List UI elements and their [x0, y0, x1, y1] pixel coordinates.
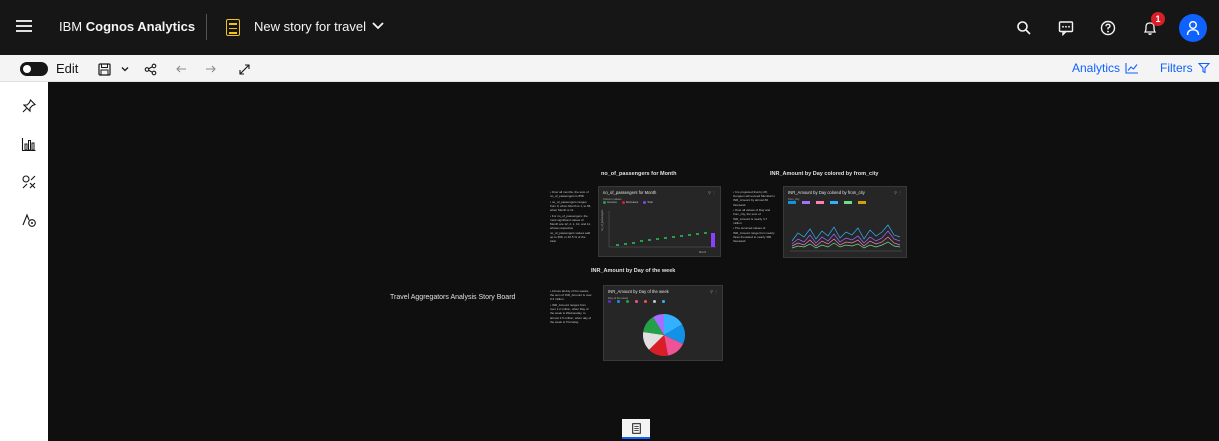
insights-icon — [22, 213, 36, 227]
card-title: no_of_passengers for Month — [603, 190, 657, 195]
card-title: INR_Amount by Day colored by from_city — [788, 190, 865, 195]
save-options-dropdown[interactable] — [116, 60, 134, 78]
redo-icon — [205, 65, 216, 72]
chevron-down-icon — [121, 67, 129, 72]
app-window: IBM Cognos Analytics New story for trave… — [0, 0, 1219, 441]
filter-icon — [1197, 62, 1210, 74]
filters-label: Filters — [1160, 61, 1193, 75]
waterfall-chart[interactable]: no_of_passengers Month — [599, 207, 721, 257]
chat-icon — [1058, 21, 1074, 36]
shapes-icon — [22, 175, 36, 189]
share-icon — [144, 63, 156, 75]
insight-text: • Over all values of Day and from_city, … — [733, 208, 771, 225]
fullscreen-button[interactable] — [235, 60, 253, 78]
line-chart-icon — [1125, 63, 1139, 74]
y-axis-label: no_of_passengers — [600, 209, 604, 231]
save-button[interactable] — [95, 60, 113, 78]
section-title-amount-by-day: INR_Amount by Day colored by from_city — [770, 171, 879, 177]
card-title: INR_Amount by Day of the week — [608, 289, 669, 294]
line-chart-from-city[interactable] — [784, 211, 907, 258]
notifications-button[interactable]: 1 — [1137, 12, 1165, 41]
search-button[interactable] — [1011, 15, 1037, 41]
header-actions: 1 — [1011, 12, 1207, 42]
x-axis-label: Month — [699, 250, 707, 254]
search-icon — [1017, 21, 1031, 35]
card-tools-icon[interactable]: ⚲ ⋮ — [710, 289, 718, 294]
help-button[interactable] — [1095, 15, 1121, 41]
insights-button[interactable] — [19, 210, 39, 230]
chevron-down-icon[interactable] — [371, 19, 385, 33]
insight-list-amount-by-day: • It is projected that by 28, Gurgaon wi… — [733, 190, 777, 245]
section-title-passengers: no_of_passengers for Month — [601, 171, 677, 177]
save-icon — [97, 62, 111, 76]
chart-legend: Incomes Decreases Total — [603, 201, 653, 204]
insight-text: • The summed values of INR_Amount range … — [733, 226, 775, 244]
brand-prefix: IBM — [59, 19, 86, 34]
notification-badge: 1 — [1151, 12, 1165, 26]
product-brand[interactable]: IBM Cognos Analytics — [59, 19, 195, 34]
insight-text: • Over all months, the sum of no_of_pass… — [550, 190, 589, 199]
brand-product: Cognos Analytics — [85, 19, 196, 34]
edit-mode-toggle[interactable] — [20, 62, 48, 76]
header-divider — [206, 14, 207, 40]
undo-icon — [175, 65, 186, 72]
filters-button[interactable]: Filters — [1160, 61, 1210, 75]
chart-card-passengers[interactable]: no_of_passengers for Month ⚲ ⋮ Column va… — [598, 186, 721, 257]
chart-card-amount-by-day[interactable]: INR_Amount by Day colored by from_city ⚲… — [783, 186, 907, 258]
story-canvas[interactable]: Travel Aggregators Analysis Story Board … — [48, 82, 1219, 441]
widgets-button[interactable] — [19, 172, 39, 192]
chart-legend — [788, 201, 898, 204]
share-button[interactable] — [141, 60, 159, 78]
chart-legend — [608, 300, 718, 303]
insight-text: • Across all day of the weeks, the sum o… — [550, 289, 592, 302]
story-board-title[interactable]: Travel Aggregators Analysis Story Board — [390, 294, 515, 301]
legend-item: Decreases — [621, 201, 638, 204]
story-title[interactable]: New story for travel — [254, 19, 366, 34]
section-title-amount-by-weekday: INR_Amount by Day of the week — [591, 268, 676, 274]
hamburger-menu-icon[interactable] — [14, 17, 34, 37]
legend-item: Total — [643, 201, 653, 204]
pie-chart-weekday[interactable] — [604, 308, 723, 361]
edit-label: Edit — [56, 61, 79, 76]
story-toolbar: Edit Analytics Filters — [0, 55, 1219, 82]
analytics-button[interactable]: Analytics — [1072, 61, 1139, 75]
story-document-icon — [226, 19, 240, 36]
insight-list-amount-by-weekday: • Across all day of the weeks, the sum o… — [550, 289, 592, 325]
user-avatar[interactable] — [1179, 14, 1207, 42]
card-tools-icon[interactable]: ⚲ ⋮ — [708, 190, 716, 195]
top-header: IBM Cognos Analytics New story for trave… — [0, 0, 1219, 55]
card-tools-icon[interactable]: ⚲ ⋮ — [894, 190, 902, 195]
visualizations-button[interactable] — [19, 134, 39, 154]
insight-text: • For no_of_passengers, the most signifi… — [550, 213, 591, 244]
scene-navigator[interactable] — [622, 419, 650, 439]
redo-button[interactable] — [201, 60, 219, 78]
chart-card-amount-by-weekday[interactable]: INR_Amount by Day of the week ⚲ ⋮ Day of… — [603, 285, 723, 361]
left-tool-rail — [0, 82, 48, 441]
legend-item: Incomes — [603, 201, 617, 204]
bar-chart-icon — [21, 138, 36, 152]
user-icon — [1186, 21, 1200, 36]
pin-icon — [22, 99, 36, 113]
expand-icon — [238, 63, 250, 75]
analytics-label: Analytics — [1072, 61, 1121, 75]
insight-text: • INR_Amount ranges from over 1.2 millio… — [550, 303, 592, 324]
insight-list-passengers: • Over all months, the sum of no_of_pass… — [550, 190, 592, 245]
help-icon — [1100, 20, 1116, 36]
undo-button[interactable] — [172, 60, 190, 78]
insight-text: • It is projected that by 28, Gurgaon wi… — [733, 190, 775, 207]
pin-button[interactable] — [19, 96, 39, 116]
insight-text: • no_of_passengers ranges from 0, when M… — [550, 199, 592, 213]
scene-document-icon — [631, 422, 641, 434]
assistant-chat-button[interactable] — [1053, 15, 1079, 41]
